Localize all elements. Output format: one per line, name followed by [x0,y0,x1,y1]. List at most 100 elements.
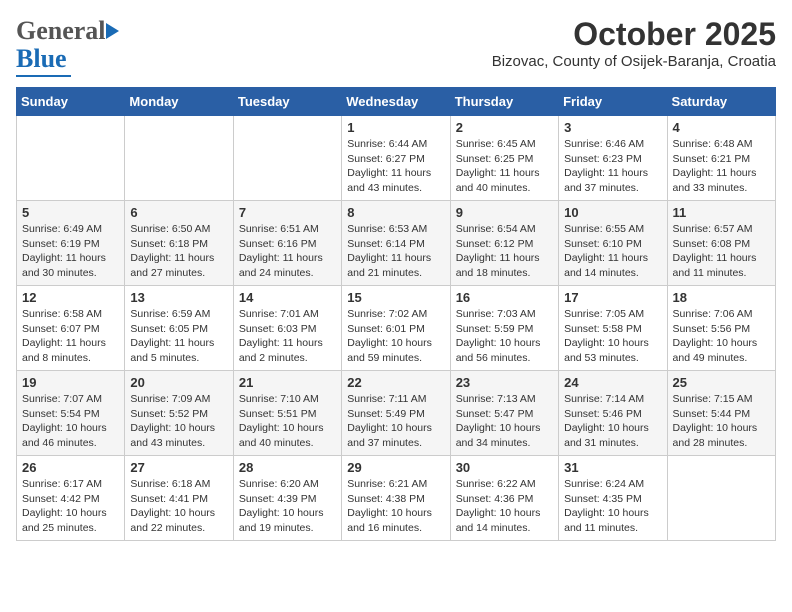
table-row: 26 Sunrise: 6:17 AMSunset: 4:42 PMDayligh… [17,456,125,541]
day-info: Sunrise: 7:10 AMSunset: 5:51 PMDaylight:… [239,392,336,451]
page-title: October 2025 [492,16,776,53]
header-monday: Monday [125,88,233,116]
day-number: 11 [673,205,770,220]
table-row: 23Sunrise: 7:13 AMSunset: 5:47 PMDayligh… [450,371,558,456]
day-info: Sunrise: 6:21 AMSunset: 4:38 PMDaylight:… [347,477,444,536]
calendar-table: Sunday Monday Tuesday Wednesday Thursday… [16,87,776,541]
table-row: 19 Sunrise: 7:07 AMSunset: 5:54 PMDayligh… [17,371,125,456]
day-number: 8 [347,205,444,220]
table-row: 25 Sunrise: 7:15 AMSunset: 5:44 PMDayligh… [667,371,775,456]
day-info: Sunrise: 6:54 AMSunset: 6:12 PMDaylight:… [456,222,553,281]
day-info: Sunrise: 7:15 AMSunset: 5:44 PMDaylight:… [673,392,770,451]
day-info: Sunrise: 7:05 AMSunset: 5:58 PMDaylight:… [564,307,661,366]
day-number: 19 [22,375,119,390]
calendar-week-row: 19 Sunrise: 7:07 AMSunset: 5:54 PMDayligh… [17,371,776,456]
header-wednesday: Wednesday [342,88,450,116]
table-row: 5 Sunrise: 6:49 AMSunset: 6:19 PMDaylight… [17,201,125,286]
day-number: 15 [347,290,444,305]
table-row: 14Sunrise: 7:01 AMSunset: 6:03 PMDayligh… [233,286,341,371]
day-number: 4 [673,120,770,135]
table-row: 16 Sunrise: 7:03 AMSunset: 5:59 PMDayligh… [450,286,558,371]
table-row: 1 Sunrise: 6:44 AMSunset: 6:27 PMDaylight… [342,116,450,201]
day-number: 27 [130,460,227,475]
table-row: 20Sunrise: 7:09 AMSunset: 5:52 PMDayligh… [125,371,233,456]
header-sunday: Sunday [17,88,125,116]
header-saturday: Saturday [667,88,775,116]
calendar-week-row: 5 Sunrise: 6:49 AMSunset: 6:19 PMDaylight… [17,201,776,286]
day-info: Sunrise: 6:18 AMSunset: 4:41 PMDaylight:… [130,477,227,536]
day-number: 17 [564,290,661,305]
day-number: 1 [347,120,444,135]
day-number: 25 [673,375,770,390]
table-row [125,116,233,201]
day-number: 3 [564,120,661,135]
day-info: Sunrise: 6:58 AMSunset: 6:07 PMDaylight:… [22,307,119,366]
table-row [233,116,341,201]
table-row: 10Sunrise: 6:55 AMSunset: 6:10 PMDayligh… [559,201,667,286]
table-row: 15 Sunrise: 7:02 AMSunset: 6:01 PMDayligh… [342,286,450,371]
logo: General Blue [16,16,119,77]
day-number: 28 [239,460,336,475]
day-number: 9 [456,205,553,220]
logo-blue-text: Blue [16,44,67,74]
day-info: Sunrise: 7:01 AMSunset: 6:03 PMDaylight:… [239,307,336,366]
day-info: Sunrise: 6:17 AMSunset: 4:42 PMDaylight:… [22,477,119,536]
table-row: 22 Sunrise: 7:11 AMSunset: 5:49 PMDayligh… [342,371,450,456]
calendar-header-row: Sunday Monday Tuesday Wednesday Thursday… [17,88,776,116]
day-number: 31 [564,460,661,475]
day-number: 21 [239,375,336,390]
title-area: October 2025 Bizovac, County of Osijek-B… [492,16,776,70]
day-number: 26 [22,460,119,475]
day-info: Sunrise: 6:20 AMSunset: 4:39 PMDaylight:… [239,477,336,536]
day-number: 5 [22,205,119,220]
day-number: 6 [130,205,227,220]
day-info: Sunrise: 6:50 AMSunset: 6:18 PMDaylight:… [130,222,227,281]
day-number: 10 [564,205,661,220]
day-info: Sunrise: 7:11 AMSunset: 5:49 PMDaylight:… [347,392,444,451]
day-number: 13 [130,290,227,305]
table-row: 2Sunrise: 6:45 AMSunset: 6:25 PMDaylight… [450,116,558,201]
table-row: 31Sunrise: 6:24 AMSunset: 4:35 PMDayligh… [559,456,667,541]
table-row: 6 Sunrise: 6:50 AMSunset: 6:18 PMDaylight… [125,201,233,286]
page-subtitle: Bizovac, County of Osijek-Baranja, Croat… [492,53,776,70]
day-number: 12 [22,290,119,305]
table-row: 11 Sunrise: 6:57 AMSunset: 6:08 PMDayligh… [667,201,775,286]
header-thursday: Thursday [450,88,558,116]
logo-underline [16,75,71,77]
table-row: 4 Sunrise: 6:48 AMSunset: 6:21 PMDaylight… [667,116,775,201]
table-row: 28 Sunrise: 6:20 AMSunset: 4:39 PMDayligh… [233,456,341,541]
header-friday: Friday [559,88,667,116]
day-info: Sunrise: 7:02 AMSunset: 6:01 PMDaylight:… [347,307,444,366]
calendar-week-row: 26 Sunrise: 6:17 AMSunset: 4:42 PMDayligh… [17,456,776,541]
table-row: 27 Sunrise: 6:18 AMSunset: 4:41 PMDayligh… [125,456,233,541]
day-info: Sunrise: 6:48 AMSunset: 6:21 PMDaylight:… [673,137,770,196]
header: General Blue October 2025 Bizovac, Count… [16,16,776,77]
table-row: 30 Sunrise: 6:22 AMSunset: 4:36 PMDayligh… [450,456,558,541]
table-row: 9 Sunrise: 6:54 AMSunset: 6:12 PMDaylight… [450,201,558,286]
table-row: 8 Sunrise: 6:53 AMSunset: 6:14 PMDaylight… [342,201,450,286]
day-number: 18 [673,290,770,305]
day-number: 2 [456,120,553,135]
day-info: Sunrise: 6:22 AMSunset: 4:36 PMDaylight:… [456,477,553,536]
day-info: Sunrise: 6:51 AMSunset: 6:16 PMDaylight:… [239,222,336,281]
day-info: Sunrise: 6:49 AMSunset: 6:19 PMDaylight:… [22,222,119,281]
day-number: 16 [456,290,553,305]
table-row: 13Sunrise: 6:59 AMSunset: 6:05 PMDayligh… [125,286,233,371]
table-row: 3Sunrise: 6:46 AMSunset: 6:23 PMDaylight… [559,116,667,201]
day-info: Sunrise: 6:44 AMSunset: 6:27 PMDaylight:… [347,137,444,196]
table-row: 18 Sunrise: 7:06 AMSunset: 5:56 PMDayligh… [667,286,775,371]
day-info: Sunrise: 7:14 AMSunset: 5:46 PMDaylight:… [564,392,661,451]
table-row [667,456,775,541]
day-info: Sunrise: 7:06 AMSunset: 5:56 PMDaylight:… [673,307,770,366]
table-row: 17 Sunrise: 7:05 AMSunset: 5:58 PMDayligh… [559,286,667,371]
logo-general-text: General [16,16,106,46]
day-info: Sunrise: 6:53 AMSunset: 6:14 PMDaylight:… [347,222,444,281]
table-row: 12 Sunrise: 6:58 AMSunset: 6:07 PMDayligh… [17,286,125,371]
day-number: 29 [347,460,444,475]
day-info: Sunrise: 7:03 AMSunset: 5:59 PMDaylight:… [456,307,553,366]
day-info: Sunrise: 7:07 AMSunset: 5:54 PMDaylight:… [22,392,119,451]
day-number: 22 [347,375,444,390]
day-number: 30 [456,460,553,475]
day-info: Sunrise: 6:57 AMSunset: 6:08 PMDaylight:… [673,222,770,281]
table-row [17,116,125,201]
